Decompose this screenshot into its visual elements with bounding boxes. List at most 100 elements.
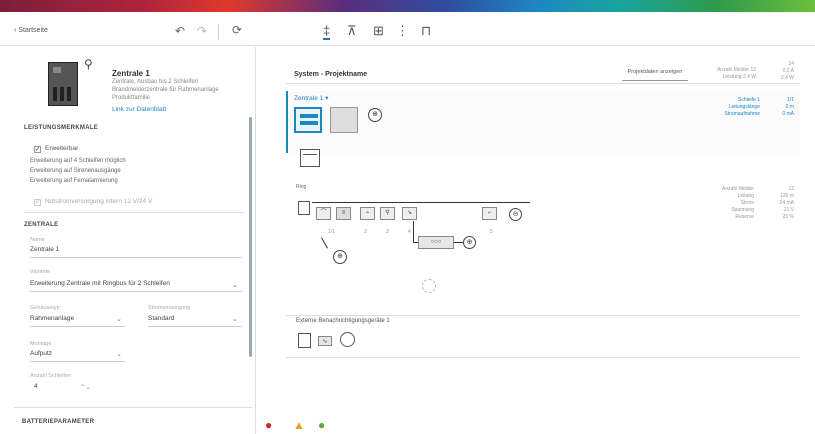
chevron-down-icon[interactable]: ⌄: [116, 315, 122, 323]
card-stat-value: 0 m: [785, 104, 794, 110]
feature-checkbox[interactable]: ✓ Erweiterbar: [34, 145, 78, 153]
branch-line: [321, 237, 328, 249]
external-device-icon[interactable]: [298, 333, 311, 348]
loops-stepper[interactable]: 4 ⌃⌄: [34, 383, 96, 395]
loop-stat-label: Leitung: [737, 193, 754, 199]
loop-stats-labels: Anzahl Melder Leitung Strom Spannung Res…: [704, 186, 754, 221]
variant-label: Variante: [30, 269, 51, 275]
housing-select[interactable]: Rahmenanlage: [30, 315, 125, 327]
loop-stat-value: 12: [788, 186, 794, 192]
extension-module-tile[interactable]: [330, 107, 358, 133]
feature-bullet: Erweiterung auf 4 Schleifen möglich: [30, 158, 126, 164]
device-desc-1: Zentrale, Ausbau bis 2 Schleifen: [112, 79, 199, 85]
chart-view-icon[interactable]: ⊓: [421, 23, 431, 39]
divider: [286, 315, 800, 316]
device-address-label: 2: [364, 229, 367, 235]
loop-controller-icon[interactable]: [298, 201, 310, 215]
name-field-label: Name: [30, 237, 45, 243]
name-input[interactable]: Zentrale 1: [30, 246, 242, 258]
loop-stat-label: Reserve: [735, 214, 754, 220]
card-stats: Schleife 1 Leitungslänge Stromaufnahme: [708, 97, 760, 118]
power-select[interactable]: Standard: [148, 315, 242, 327]
stepper-arrows-icon[interactable]: ⌃⌄: [80, 383, 91, 391]
chevron-down-icon[interactable]: ⌄: [232, 315, 238, 323]
redo-icon[interactable]: ↷: [197, 24, 207, 38]
stat-value: 24: [788, 61, 794, 67]
tree-view-icon[interactable]: ‡: [323, 23, 331, 40]
housing-label: Gehäusetyp: [30, 305, 60, 311]
panel-scrollbar[interactable]: [249, 117, 252, 357]
device-address-label: 3: [386, 229, 389, 235]
toolbar-divider: [218, 24, 219, 40]
mounting-select[interactable]: Aufputz: [30, 350, 125, 362]
loops-label: Anzahl Schleifen: [30, 373, 71, 379]
ok-status-icon[interactable]: ●: [318, 418, 325, 432]
loop-stat-value: 21 V: [783, 207, 794, 213]
brand-color-bar: [0, 0, 815, 12]
divider: [286, 357, 800, 358]
card-stat-value: 0 mA: [782, 111, 794, 117]
card-stat-value: 1/1: [787, 97, 794, 103]
detector-icon[interactable]: ≡: [336, 207, 351, 220]
add-branch-icon[interactable]: ⊕: [333, 250, 347, 264]
isolator-icon[interactable]: ⌐: [482, 207, 497, 220]
feature-checkbox-label: Erweiterbar: [45, 145, 79, 152]
hierarchy-view-icon[interactable]: ⊼: [347, 23, 357, 39]
add-external-icon[interactable]: [340, 332, 355, 347]
loop-stat-label: Spannung: [731, 207, 754, 213]
card-stats-values: 1/1 0 m 0 mA: [764, 97, 794, 118]
external-module-icon[interactable]: ∿: [318, 336, 332, 346]
divider: [24, 212, 244, 213]
add-module-icon[interactable]: ⊕: [368, 108, 382, 122]
central-module-tile[interactable]: [294, 107, 322, 133]
stat-value: 12: [750, 67, 756, 73]
branch-line: [413, 221, 414, 243]
features-heading: LEISTUNGSMERKMALE: [24, 125, 99, 131]
stat-block: 24 0.2 A 2.4 W: [764, 61, 794, 82]
add-sub-device-icon[interactable]: ⊕: [463, 236, 476, 249]
error-status-icon[interactable]: ●: [265, 418, 272, 432]
datasheet-link[interactable]: Link zur Datenblatt: [112, 106, 166, 113]
variant-select[interactable]: Erweiterung Zentrale mit Ringbus für 2 S…: [30, 280, 242, 292]
stat-value: 2.4 W: [780, 75, 794, 81]
loop-label: Ring: [296, 184, 307, 190]
grid-view-icon[interactable]: ⊞: [373, 23, 384, 39]
option-checkbox-disabled[interactable]: ✓ Notstromversorgung intern 12 V/24 V: [34, 198, 152, 206]
module-icon[interactable]: ⚲: [380, 207, 395, 220]
undo-icon[interactable]: ↶: [175, 24, 185, 38]
device-desc-3: Produktfamilie: [112, 95, 151, 101]
project-data-button[interactable]: Projektdaten anzeigen: [622, 69, 688, 81]
refresh-icon[interactable]: ⟳: [232, 23, 242, 37]
central-heading: ZENTRALE: [24, 222, 59, 228]
stat-block: Anzahl Melder 12 Leistung 2.4 W: [706, 67, 756, 81]
sounder-icon[interactable]: ⌁: [360, 207, 375, 220]
divider: [14, 407, 252, 408]
sub-loop-box[interactable]: ○○○: [418, 236, 454, 249]
power-supply-icon[interactable]: [300, 149, 320, 167]
device-address-label: 1/1: [328, 229, 335, 235]
system-title: System - Projektname: [294, 71, 368, 78]
card-stat-label: Stromaufnahme: [724, 111, 760, 117]
warning-status-icon[interactable]: ▲: [293, 418, 305, 432]
external-devices-label: Externe Benachrichtigungsgeräte 1: [296, 318, 390, 324]
feature-bullet: Erweiterung auf Fernalarmierung: [30, 178, 118, 184]
system-canvas: System - Projektname Projektdaten anzeig…: [256, 47, 815, 434]
card-stat-label: Schleife 1: [738, 97, 760, 103]
divider: [286, 83, 800, 84]
stat-label: Leistung: [722, 74, 742, 80]
loop-stats-values: 12 120 m 24 mA 21 V 25 %: [764, 186, 794, 221]
central-card[interactable]: Zentrale 1 ▾ ⊕ Schleife 1 Leitungslänge …: [286, 91, 800, 153]
callpoint-icon[interactable]: ↘: [402, 207, 417, 220]
central-card-title[interactable]: Zentrale 1 ▾: [294, 94, 328, 102]
chevron-down-icon[interactable]: ⌄: [232, 281, 238, 289]
placeholder-circle[interactable]: [422, 279, 436, 293]
detector-icon[interactable]: ⌒: [316, 207, 331, 220]
card-stat-label: Leitungslänge: [728, 104, 760, 110]
chevron-down-icon[interactable]: ⌄: [116, 350, 122, 358]
list-view-icon[interactable]: ⋮: [396, 23, 409, 39]
back-link[interactable]: ‹ Startseite: [14, 27, 48, 34]
add-device-icon[interactable]: ⊖: [509, 208, 522, 221]
top-toolbar: ‹ Startseite ↶ ↷ ⟳ ‡ ⊼ ⊞ ⋮ ⊓: [0, 18, 815, 46]
loop-stat-value: 120 m: [780, 193, 794, 199]
stat-label: Anzahl Melder: [717, 67, 750, 73]
